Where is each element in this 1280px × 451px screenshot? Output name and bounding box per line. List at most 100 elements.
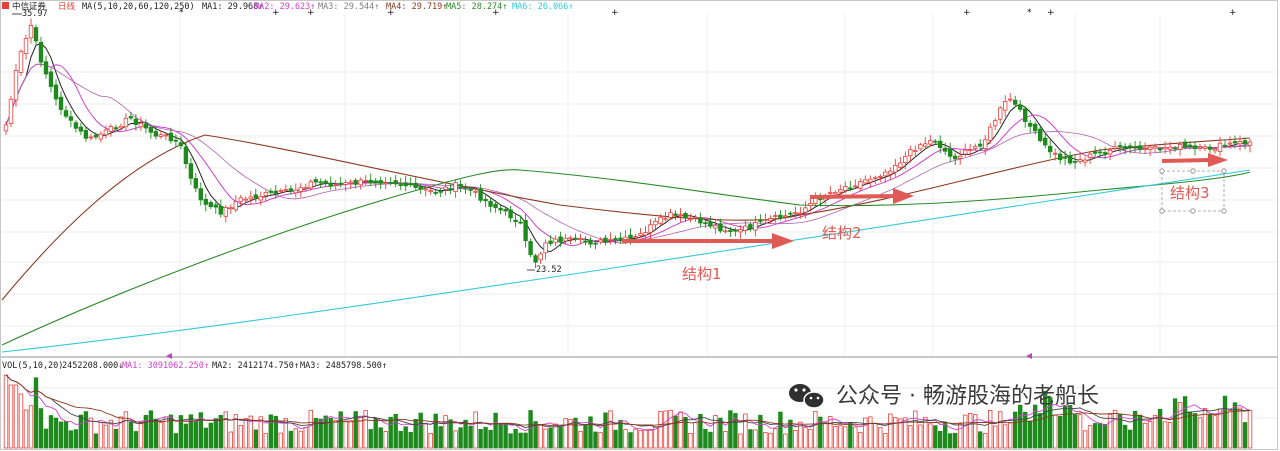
volume-bar — [653, 426, 658, 449]
candle-body — [868, 178, 873, 183]
volume-bar — [1107, 413, 1113, 449]
candle-body — [1212, 148, 1218, 152]
volume-bar — [293, 428, 298, 449]
period-label[interactable]: 日线 — [58, 1, 76, 12]
volume-bar — [78, 414, 84, 449]
candle-body — [163, 134, 169, 137]
candle-body — [1152, 146, 1158, 149]
volume-bar — [983, 433, 988, 449]
candle-body — [598, 239, 603, 243]
candle-body — [248, 196, 253, 200]
volume-bar — [723, 430, 728, 449]
volume-bar — [868, 416, 873, 449]
kline-chart-window[interactable]: 中信证券 日线 MA(5,10,20,60,120,250) MA1: 29.9… — [0, 0, 1280, 451]
volume-bar — [468, 425, 473, 449]
candle-body — [993, 120, 998, 127]
volume-bar — [803, 427, 808, 449]
candle-body — [603, 237, 608, 243]
volume-bar — [373, 417, 378, 449]
volume-bar — [1172, 398, 1178, 449]
candle-body — [643, 232, 648, 236]
candle-body — [683, 212, 688, 219]
candle-body — [708, 222, 713, 227]
event-marker: * — [179, 8, 184, 18]
candle-body — [1028, 122, 1033, 127]
candle-body — [148, 126, 154, 133]
candle-body — [753, 221, 758, 231]
candle-body — [178, 142, 184, 147]
candle-body — [173, 139, 179, 142]
candle-body — [143, 123, 149, 129]
volume-bar — [308, 409, 313, 449]
volume-bar — [1028, 420, 1033, 449]
candle-body — [788, 212, 793, 215]
candle-body — [478, 188, 483, 201]
candle-body — [1237, 141, 1243, 145]
stock-flag-icon[interactable] — [2, 2, 9, 9]
structure-3-label[interactable]: 结构3 — [1170, 184, 1210, 202]
volume-bar — [963, 414, 968, 449]
volume-bar — [478, 428, 483, 449]
ma-params: MA(5,10,20,60,120,250) — [82, 2, 195, 12]
volume-bar — [523, 432, 528, 449]
candle-body — [1222, 144, 1228, 147]
candle-body — [1033, 123, 1038, 132]
volume-bar — [1087, 425, 1093, 449]
candle-body — [568, 237, 573, 240]
volume-bar — [1142, 422, 1148, 449]
volume-bar — [538, 424, 543, 449]
candle-body — [93, 134, 99, 138]
volume-bar — [103, 424, 109, 449]
volume-bar — [183, 423, 189, 449]
volume-bar — [193, 420, 198, 449]
candle-body — [618, 237, 623, 241]
candle-body — [363, 179, 368, 182]
volume-bar — [453, 430, 458, 449]
volume-bar — [8, 384, 14, 449]
volume-bar — [493, 412, 498, 449]
volume-bar — [788, 419, 793, 449]
candle-body — [1147, 146, 1153, 150]
candle-body — [663, 217, 668, 220]
volume-bar — [1177, 402, 1183, 449]
volume-bar — [853, 426, 858, 449]
volume-bar — [598, 432, 603, 449]
candle-body — [738, 229, 743, 233]
candle-body — [933, 140, 938, 143]
candle-body — [513, 219, 518, 222]
candle-body — [958, 155, 963, 159]
candle-body — [443, 186, 448, 190]
candle-body — [728, 229, 733, 232]
candle-body — [1107, 149, 1113, 155]
volume-bar — [988, 409, 993, 449]
candle-body — [338, 182, 343, 185]
chart-canvas[interactable]: 中信证券 日线 MA(5,10,20,60,120,250) MA1: 29.9… — [0, 0, 1280, 451]
volume-bar — [893, 417, 898, 449]
candle-body — [38, 42, 44, 63]
right-scroll-marker[interactable] — [1026, 353, 1032, 359]
volume-bar — [1018, 404, 1023, 449]
volume-bar — [423, 423, 428, 449]
volume-bar — [913, 410, 918, 449]
candle-body — [413, 182, 418, 188]
volume-bar — [443, 415, 448, 449]
volume-bar — [1053, 414, 1058, 449]
volume-bar — [968, 412, 973, 449]
volume-bar — [658, 411, 663, 449]
volume-bar — [608, 410, 613, 449]
left-scroll-marker[interactable] — [166, 353, 172, 359]
candle-body — [98, 133, 104, 140]
candle-body — [1202, 146, 1208, 149]
volume-bar — [53, 417, 59, 449]
volume-bar — [693, 421, 698, 449]
volume-bar — [588, 416, 593, 449]
volume-bar — [298, 430, 303, 449]
volume-bar — [703, 428, 708, 449]
candle-body — [1097, 151, 1103, 154]
candle-body — [843, 186, 848, 191]
candle-body — [503, 208, 508, 212]
candle-body — [123, 117, 129, 128]
candle-body — [1018, 104, 1023, 110]
volume-bar — [768, 432, 773, 449]
volume-bar — [428, 432, 433, 449]
